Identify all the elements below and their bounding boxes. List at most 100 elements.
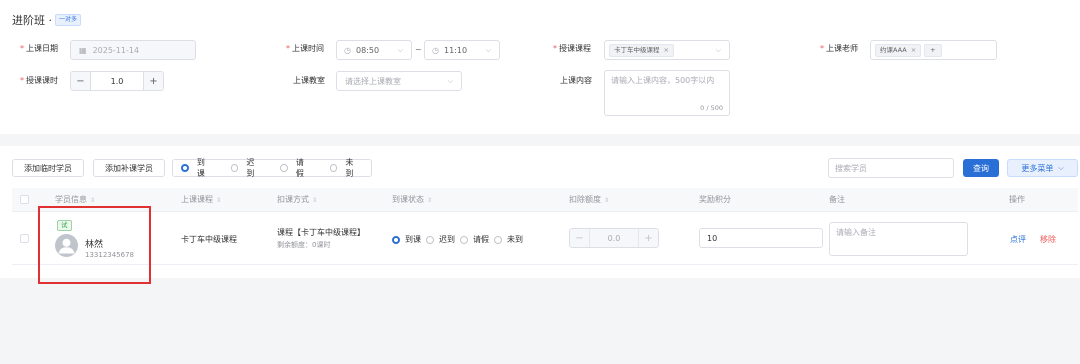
radio-label: 迟到 xyxy=(439,235,455,244)
sort-icon: ⇕ xyxy=(90,197,96,204)
teacher-chip-label: 约课AAA xyxy=(880,45,907,54)
deduct-amount-stepper: − 0.0 + xyxy=(569,228,659,248)
class-type-tag: 一对多 xyxy=(55,14,82,26)
student-info-highlight xyxy=(38,206,151,284)
radio-dot xyxy=(230,164,239,172)
sort-icon: ⇕ xyxy=(427,197,433,204)
radio-label: 迟到 xyxy=(246,158,255,178)
chevron-down-icon: ⌵ xyxy=(485,45,491,54)
th-deduct-method-label: 扣课方式 xyxy=(277,195,309,204)
date-value: 2025-11-14 xyxy=(92,45,140,55)
start-time-select[interactable]: ◷ 08:50 ⌵ xyxy=(336,40,412,60)
hours-plus-button[interactable]: + xyxy=(143,72,163,90)
class-info-card: 进阶班 · 一对多 * 上课日期 ▦ 2025-11-14 * 上课时间 ◷ 08:… xyxy=(0,0,1080,134)
class-title-row: 进阶班 · 一对多 xyxy=(12,12,82,28)
select-all-checkbox[interactable] xyxy=(20,195,29,204)
student-search-input[interactable]: 搜索学员 xyxy=(828,158,954,178)
radio-label: 请假 xyxy=(295,158,304,178)
query-button[interactable]: 查询 xyxy=(963,159,999,177)
amount-minus-button: − xyxy=(570,229,590,247)
radio-attend[interactable]: 到课 xyxy=(181,157,213,179)
row-radio-late[interactable]: 迟到 xyxy=(426,234,455,245)
radio-label: 未到 xyxy=(507,235,523,244)
chevron-down-icon: ⌵ xyxy=(1058,163,1064,172)
th-status-label: 到课状态 xyxy=(392,195,424,204)
radio-label: 到课 xyxy=(405,235,421,244)
points-input[interactable]: 10 xyxy=(699,228,823,248)
remark-textarea[interactable]: 请输入备注 xyxy=(829,222,968,256)
radio-late[interactable]: 迟到 xyxy=(230,157,263,179)
hours-label: * 授课课时 xyxy=(20,76,58,85)
teacher-chip[interactable]: 约课AAA × xyxy=(875,43,922,57)
review-link[interactable]: 点评 xyxy=(1010,234,1026,245)
th-deduct-amount-label: 扣除额度 xyxy=(569,195,601,204)
row-checkbox[interactable] xyxy=(20,234,29,243)
amount-value: 0.0 xyxy=(607,233,621,243)
radio-label: 请假 xyxy=(473,235,489,244)
sort-icon: ⇕ xyxy=(216,197,222,204)
row-course: 卡丁车中级课程 xyxy=(181,235,237,244)
time-label: * 上课时间 xyxy=(286,44,324,53)
radio-absent[interactable]: 未到 xyxy=(329,157,362,179)
row-radio-attend[interactable]: 到课 xyxy=(392,234,421,245)
course-chip[interactable]: 卡丁车中级课程 × xyxy=(609,43,674,57)
deduct-remaining: 剩余额度：0课时 xyxy=(277,241,331,249)
th-deduct-amount[interactable]: 扣除额度 ⇕ xyxy=(569,188,609,213)
table-header: 学员信息 ⇕ 上课课程 ⇕ 扣课方式 ⇕ 到课状态 ⇕ 扣除额度 ⇕ 奖励积分 备注 操作 xyxy=(12,188,1078,212)
add-teacher-button[interactable]: + xyxy=(924,43,942,57)
th-status[interactable]: 到课状态 ⇕ xyxy=(392,188,432,213)
radio-dot xyxy=(494,235,502,244)
radio-label: 到课 xyxy=(196,158,205,178)
end-time-select[interactable]: ◷ 11:10 ⌵ xyxy=(424,40,500,60)
clock-icon: ◷ xyxy=(432,45,439,55)
remove-link[interactable]: 移除 xyxy=(1040,234,1056,245)
th-points: 奖励积分 xyxy=(699,195,731,204)
deduct-title: 课程【卡丁车中级课程】 xyxy=(277,228,365,237)
chevron-down-icon: ⌵ xyxy=(715,45,721,54)
add-temp-student-button[interactable]: 添加临时学员 xyxy=(12,159,84,177)
room-label: 上课教室 xyxy=(293,76,325,85)
remark-placeholder: 请输入备注 xyxy=(836,228,876,237)
calendar-icon: ▦ xyxy=(79,45,87,55)
row-radio-leave[interactable]: 请假 xyxy=(460,234,489,245)
row-status-radio-group: 到课 迟到 请假 未到 xyxy=(392,234,523,245)
close-icon[interactable]: × xyxy=(664,46,669,55)
radio-dot xyxy=(280,164,288,172)
th-remark: 备注 xyxy=(829,195,845,204)
teacher-select[interactable]: 约课AAA × + xyxy=(870,40,997,60)
course-chip-label: 卡丁车中级课程 xyxy=(614,45,660,54)
more-menu-button[interactable]: 更多菜单 ⌵ xyxy=(1007,159,1078,177)
add-makeup-student-button[interactable]: 添加补课学员 xyxy=(93,159,165,177)
th-deduct-method[interactable]: 扣课方式 ⇕ xyxy=(277,188,317,213)
content-char-count: 0 / 500 xyxy=(700,104,723,112)
radio-dot xyxy=(181,164,189,172)
close-icon[interactable]: × xyxy=(911,46,916,55)
chevron-down-icon: ⌵ xyxy=(397,45,403,54)
hours-stepper[interactable]: − 1.0 + xyxy=(70,71,164,91)
time-separator: ~ xyxy=(415,45,422,54)
hours-minus-button[interactable]: − xyxy=(71,72,91,90)
content-label: 上课内容 xyxy=(560,76,592,85)
radio-dot xyxy=(460,235,468,244)
date-label: * 上课日期 xyxy=(20,44,58,53)
th-course[interactable]: 上课课程 ⇕ xyxy=(181,188,221,213)
th-action: 操作 xyxy=(1009,195,1025,204)
date-field[interactable]: ▦ 2025-11-14 xyxy=(70,40,196,60)
row-radio-absent[interactable]: 未到 xyxy=(494,234,523,245)
content-placeholder: 请输入上课内容，500字以内 xyxy=(611,76,715,85)
sort-icon: ⇕ xyxy=(604,197,610,204)
th-course-label: 上课课程 xyxy=(181,195,213,204)
teacher-label: * 上课老师 xyxy=(820,44,858,53)
more-menu-label: 更多菜单 xyxy=(1021,163,1054,173)
amount-plus-button: + xyxy=(638,229,658,247)
radio-dot xyxy=(329,164,338,172)
room-select[interactable]: 请选择上课教室 ⌵ xyxy=(336,71,462,91)
sort-icon: ⇕ xyxy=(312,197,318,204)
hours-value[interactable]: 1.0 xyxy=(91,77,143,86)
radio-leave[interactable]: 请假 xyxy=(280,157,312,179)
student-table-card: 添加临时学员 添加补课学员 到课 迟到 请假 未到 搜索学员 查询 更多菜单 ⌵… xyxy=(0,146,1080,278)
course-label: * 授课课程 xyxy=(553,44,591,53)
course-select[interactable]: 卡丁车中级课程 × ⌵ xyxy=(604,40,730,60)
content-textarea[interactable]: 请输入上课内容，500字以内 0 / 500 xyxy=(604,70,730,116)
clock-icon: ◷ xyxy=(344,45,351,55)
